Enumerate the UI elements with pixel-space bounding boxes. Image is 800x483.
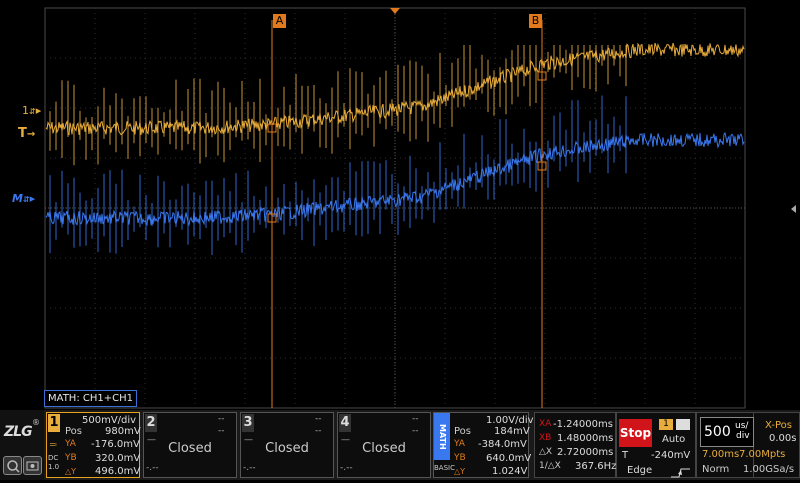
ch2-scale-dash: -- <box>218 414 225 424</box>
trigger-level-label: T <box>622 450 629 461</box>
cursor-a-flag[interactable]: A <box>273 14 286 28</box>
registered-icon: ® <box>32 418 40 427</box>
ch3-number: 3 <box>242 414 254 432</box>
rising-edge-icon <box>671 464 691 483</box>
math-offset-marker[interactable]: M⇵▸ <box>12 192 35 205</box>
cursor-dx: 2.72000ms <box>557 447 614 458</box>
trigger-panel[interactable]: Stop 1 Auto T -240mV Edge <box>616 412 696 478</box>
math-scale: 1.00V/div <box>486 415 534 426</box>
math-dy: 1.024V <box>492 466 528 477</box>
cursor-measurements[interactable]: XA -1.24000ms XB 1.48000ms △X 2.72000ms … <box>534 412 616 478</box>
math-sub: BASIC <box>434 464 455 472</box>
ch3-pos-dash: -- <box>315 426 322 436</box>
ch4-status: Closed <box>362 441 406 456</box>
ch1-scale: 500mV/div <box>82 415 137 426</box>
ch3-probe-dash: -.-- <box>243 463 256 473</box>
ch1-ya-label: YA <box>65 439 76 449</box>
ch4-pos-dash: -- <box>412 426 419 436</box>
cursor-xa: -1.24000ms <box>553 419 613 430</box>
math-source-label: MATH: CH1+CH1 <box>44 390 137 407</box>
xpos-value: 0.00s <box>769 433 797 444</box>
ch1-probe: 1.0 <box>48 463 60 471</box>
cursor-b-flag[interactable]: B <box>529 14 542 28</box>
math-ya: -384.0mV <box>478 439 527 450</box>
memory-depth: 7.00Mpts <box>739 449 786 460</box>
ch3-status: Closed <box>265 441 309 456</box>
sample-rate: 1.00GSa/s <box>743 464 795 475</box>
trigger-menu-icon[interactable] <box>676 419 690 430</box>
math-dy-label: △Y <box>454 467 466 476</box>
run-state: Stop <box>619 426 652 440</box>
ch1-dy-label: △Y <box>65 467 77 476</box>
math-panel[interactable]: MATH BASIC 1.00V/div Pos 184mV YA -384.0… <box>433 412 534 478</box>
cursor-dx-label: △X <box>539 447 553 457</box>
trigger-source-label: 1 <box>663 419 669 429</box>
ch1-yb: 320.0mV <box>95 453 141 464</box>
trigger-marker-label: T <box>18 126 27 141</box>
screenshot-icon[interactable] <box>23 456 42 475</box>
right-collapse-arrow[interactable] <box>791 205 796 213</box>
ch1-pos-label: Pos <box>65 426 83 437</box>
trigger-level: -240mV <box>651 450 691 461</box>
ch4-probe-dash: -.-- <box>340 463 353 473</box>
ch1-yb-label: YB <box>65 453 77 463</box>
cursor-inv-label: 1/△X <box>539 461 561 471</box>
brand-area: ZLG ® <box>0 410 44 480</box>
ch1-panel[interactable]: 1 500mV/div Pos 980mV YA -176.0mV YB 320… <box>46 412 141 478</box>
math-marker-label: M <box>12 192 23 205</box>
run-stop-button[interactable]: Stop <box>619 419 652 447</box>
home-icon[interactable] <box>3 456 22 475</box>
ch2-status: Closed <box>168 441 212 456</box>
ch1-coupling-icon: ≕ <box>49 440 57 449</box>
trigger-mode[interactable]: Auto <box>662 434 685 445</box>
ch2-pos-dash: -- <box>218 426 225 436</box>
cursor-xb: 1.48000ms <box>557 433 614 444</box>
xpos-label: X-Pos <box>765 420 792 431</box>
ch3-scale-dash: -- <box>315 414 322 424</box>
ch4-number: 4 <box>339 414 351 432</box>
trigger-type: Edge <box>627 465 653 476</box>
ch1-number: 1 <box>48 414 60 432</box>
math-ya-label: YA <box>454 439 465 449</box>
cursor-xb-label: XB <box>539 433 552 443</box>
ch1-marker-label: 1 <box>22 104 29 117</box>
timebase-value: 500 <box>704 424 731 440</box>
math-tag-text: MATH <box>438 423 447 450</box>
cursor-inv: 367.6Hz <box>575 461 617 472</box>
math-pos: 184mV <box>494 426 530 437</box>
ch2-number: 2 <box>145 414 157 432</box>
xpos-panel[interactable]: X-Pos 0.00s 7.00Mpts 1.00GSa/s <box>739 412 800 478</box>
oscilloscope-screen: A B 1⇵▸ T→ M⇵▸ MATH: CH1+CH1 ZLG ® 1 500… <box>0 0 800 480</box>
math-pos-label: Pos <box>454 426 472 437</box>
timebase-span: 7.00ms <box>702 449 740 460</box>
ch4-panel[interactable]: 4 -- -- — Closed -.-- <box>337 412 431 478</box>
ch1-pos: 980mV <box>105 426 141 437</box>
ch1-ya: -176.0mV <box>91 439 140 450</box>
ch1-dy: 496.0mV <box>95 466 141 477</box>
timebase-unit-bottom: div <box>736 431 750 441</box>
brand-logo: ZLG <box>4 424 33 440</box>
waveform-display <box>44 7 796 409</box>
trigger-level-marker[interactable]: T→ <box>18 126 35 141</box>
math-yb: 640.0mV <box>486 453 532 464</box>
acquisition-mode: Norm <box>702 464 730 475</box>
trigger-source[interactable]: 1 <box>659 419 673 430</box>
ch4-scale-dash: -- <box>412 414 419 424</box>
ch2-probe-dash: -.-- <box>146 463 159 473</box>
math-tag: MATH <box>434 413 450 460</box>
ch1-offset-marker[interactable]: 1⇵▸ <box>22 104 41 117</box>
math-yb-label: YB <box>454 453 466 463</box>
timebase-box[interactable]: 500 us/ div <box>700 417 754 447</box>
cursor-xa-label: XA <box>539 419 552 429</box>
ch2-panel[interactable]: 2 -- -- — Closed -.-- <box>143 412 237 478</box>
ch3-panel[interactable]: 3 -- -- — Closed -.-- <box>240 412 334 478</box>
